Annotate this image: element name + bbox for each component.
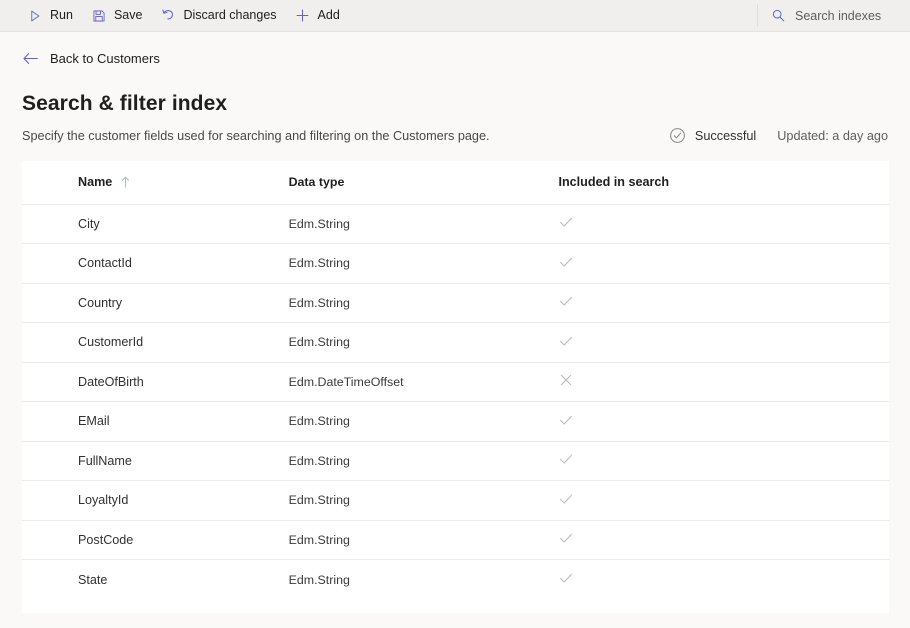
- column-header-name[interactable]: Name: [22, 161, 289, 204]
- cell-included-in-search[interactable]: [558, 204, 889, 244]
- cell-field-name: PostCode: [22, 520, 289, 560]
- cell-field-name: FullName: [22, 441, 289, 481]
- table-row[interactable]: LoyaltyIdEdm.String: [22, 481, 889, 521]
- cell-data-type: Edm.String: [289, 520, 559, 560]
- undo-icon: [160, 8, 176, 24]
- plus-icon: [295, 8, 311, 24]
- cell-data-type: Edm.String: [289, 283, 559, 323]
- table-row[interactable]: EMailEdm.String: [22, 402, 889, 442]
- cell-field-name: CustomerId: [22, 323, 289, 363]
- cell-included-in-search[interactable]: [558, 560, 889, 600]
- cell-field-name: LoyaltyId: [22, 481, 289, 521]
- check-circle-icon: [669, 127, 686, 144]
- command-bar-actions: Run Save Discard changes: [0, 0, 757, 31]
- save-button[interactable]: Save: [82, 0, 152, 32]
- cell-data-type: Edm.String: [289, 204, 559, 244]
- table-row[interactable]: StateEdm.String: [22, 560, 889, 600]
- command-bar: Run Save Discard changes: [0, 0, 910, 32]
- cell-included-in-search[interactable]: [558, 323, 889, 363]
- save-button-label: Save: [114, 9, 143, 22]
- cell-data-type: Edm.String: [289, 481, 559, 521]
- index-fields-table-card: Name Data type Included in search C: [22, 161, 889, 613]
- column-header-included-in-search-label: Included in search: [558, 175, 669, 189]
- checkmark-icon: [558, 496, 574, 510]
- status-badge: Successful: [669, 127, 756, 144]
- cancel-icon: [558, 377, 574, 391]
- status-area: Successful Updated: a day ago: [669, 127, 888, 144]
- search-indexes-box[interactable]: [771, 1, 910, 31]
- cell-data-type: Edm.String: [289, 560, 559, 600]
- discard-changes-button-label: Discard changes: [183, 9, 276, 22]
- checkmark-icon: [558, 338, 574, 352]
- index-fields-table: Name Data type Included in search C: [22, 161, 889, 599]
- checkmark-icon: [558, 575, 574, 589]
- cell-field-name: State: [22, 560, 289, 600]
- search-indexes-container: [758, 0, 910, 31]
- column-header-data-type-label: Data type: [289, 175, 345, 189]
- table-header-row: Name Data type Included in search: [22, 161, 889, 204]
- back-to-customers-label: Back to Customers: [50, 51, 160, 66]
- cell-included-in-search[interactable]: [558, 402, 889, 442]
- checkmark-icon: [558, 219, 574, 233]
- table-row[interactable]: CustomerIdEdm.String: [22, 323, 889, 363]
- cell-field-name: EMail: [22, 402, 289, 442]
- cell-included-in-search[interactable]: [558, 481, 889, 521]
- play-icon: [27, 8, 43, 24]
- add-button-label: Add: [318, 9, 340, 22]
- table-row[interactable]: ContactIdEdm.String: [22, 244, 889, 284]
- cell-included-in-search[interactable]: [558, 283, 889, 323]
- table-row[interactable]: CityEdm.String: [22, 204, 889, 244]
- arrow-up-icon: [121, 176, 130, 188]
- table-header: Name Data type Included in search: [22, 161, 889, 204]
- table-row[interactable]: DateOfBirthEdm.DateTimeOffset: [22, 362, 889, 402]
- cell-field-name: City: [22, 204, 289, 244]
- cell-included-in-search[interactable]: [558, 362, 889, 402]
- column-header-data-type[interactable]: Data type: [289, 161, 559, 204]
- cell-included-in-search[interactable]: [558, 441, 889, 481]
- cell-included-in-search[interactable]: [558, 520, 889, 560]
- checkmark-icon: [558, 259, 574, 273]
- search-icon: [771, 8, 786, 23]
- checkmark-icon: [558, 417, 574, 431]
- add-button[interactable]: Add: [286, 0, 349, 32]
- column-header-included-in-search[interactable]: Included in search: [558, 161, 889, 204]
- table-body: CityEdm.StringContactIdEdm.StringCountry…: [22, 204, 889, 599]
- checkmark-icon: [558, 456, 574, 470]
- discard-changes-button[interactable]: Discard changes: [151, 0, 285, 32]
- table-row[interactable]: PostCodeEdm.String: [22, 520, 889, 560]
- cell-field-name: ContactId: [22, 244, 289, 284]
- column-header-name-label: Name: [78, 175, 112, 189]
- cell-included-in-search[interactable]: [558, 244, 889, 284]
- cell-data-type: Edm.DateTimeOffset: [289, 362, 559, 402]
- checkmark-icon: [558, 535, 574, 549]
- table-row[interactable]: FullNameEdm.String: [22, 441, 889, 481]
- cell-data-type: Edm.String: [289, 441, 559, 481]
- cell-field-name: DateOfBirth: [22, 362, 289, 402]
- status-updated-label: Updated: a day ago: [777, 129, 888, 143]
- cell-data-type: Edm.String: [289, 323, 559, 363]
- back-navigation: Back to Customers: [0, 32, 910, 78]
- page-title: Search & filter index: [22, 90, 888, 118]
- table-row[interactable]: CountryEdm.String: [22, 283, 889, 323]
- cell-field-name: Country: [22, 283, 289, 323]
- page-header: Search & filter index Specify the custom…: [0, 78, 910, 145]
- arrow-left-icon: [22, 50, 39, 67]
- cell-data-type: Edm.String: [289, 244, 559, 284]
- run-button-label: Run: [50, 9, 73, 22]
- search-indexes-input[interactable]: [795, 9, 910, 23]
- run-button[interactable]: Run: [18, 0, 82, 32]
- status-label: Successful: [695, 129, 756, 143]
- cell-data-type: Edm.String: [289, 402, 559, 442]
- back-to-customers-link[interactable]: Back to Customers: [22, 50, 160, 67]
- checkmark-icon: [558, 298, 574, 312]
- save-icon: [91, 8, 107, 24]
